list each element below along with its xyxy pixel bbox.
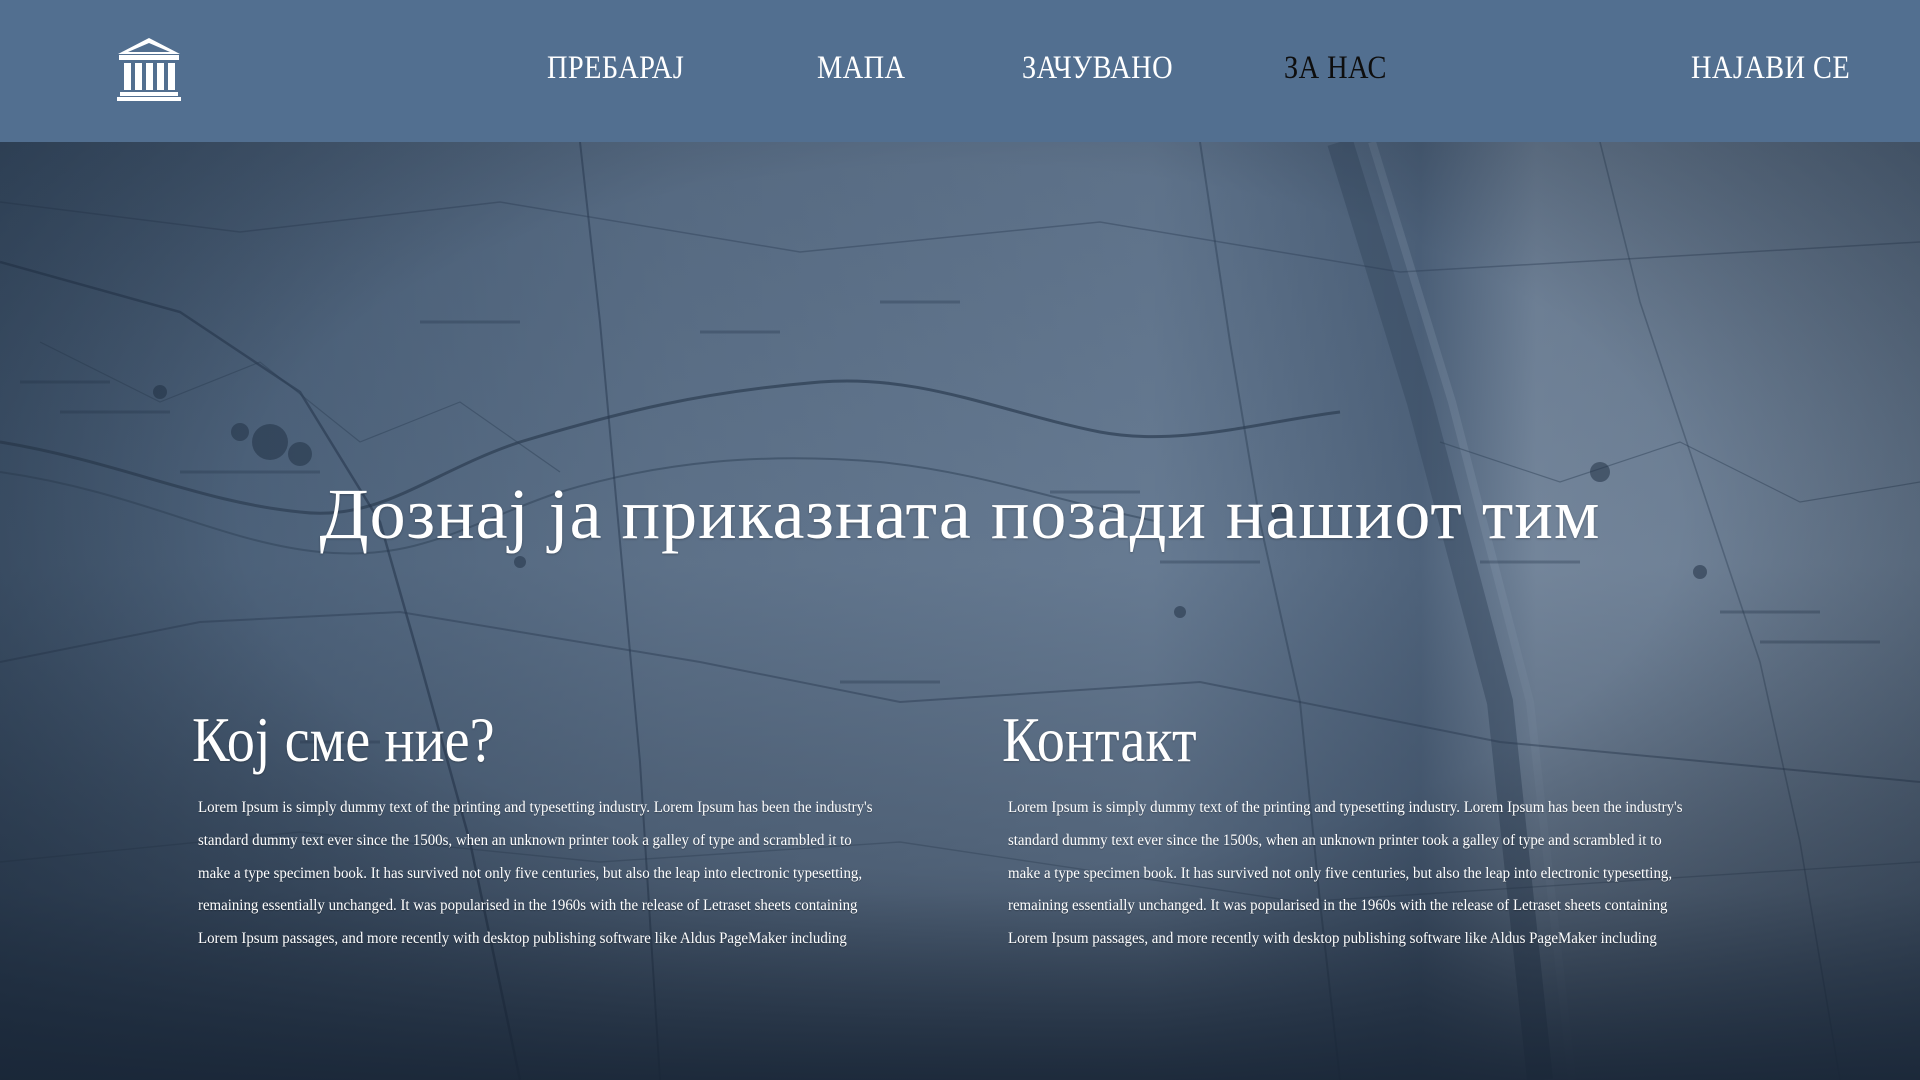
about-text: Lorem Ipsum is simply dummy text of the … xyxy=(198,799,873,948)
nav-about[interactable]: ЗА НАС xyxy=(1284,50,1387,87)
museum-building-icon[interactable] xyxy=(116,36,182,102)
about-page: ПРЕБАРАЈ МАПА ЗАЧУВАНО ЗА НАС НАЈАВИ СЕ … xyxy=(0,0,1920,1080)
nav-login[interactable]: НАЈАВИ СЕ xyxy=(1691,50,1850,87)
page-title: Дознај ја приказната позади нашиот тим xyxy=(319,474,1601,554)
nav-search[interactable]: ПРЕБАРАЈ xyxy=(547,50,684,87)
contact-text: Lorem Ipsum is simply dummy text of the … xyxy=(1008,799,1683,948)
nav-saved[interactable]: ЗАЧУВАНО xyxy=(1022,50,1173,87)
top-navigation-bar: ПРЕБАРАЈ МАПА ЗАЧУВАНО ЗА НАС НАЈАВИ СЕ xyxy=(0,0,1920,142)
contact-heading: Контакт xyxy=(1002,704,1197,775)
nav-map[interactable]: МАПА xyxy=(817,50,905,87)
about-heading: Кој сме ние? xyxy=(192,704,495,775)
